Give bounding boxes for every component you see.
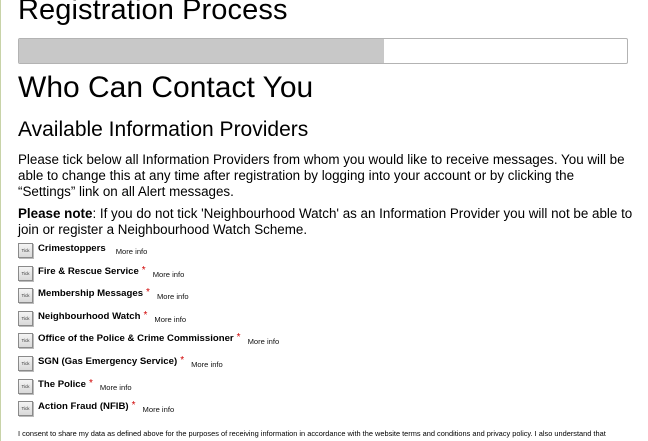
note-body: : If you do not tick 'Neighbourhood Watc… bbox=[18, 206, 633, 237]
required-marker: * bbox=[236, 332, 241, 344]
provider-item-action-fraud: Tick Action Fraud (NFIB) * More info bbox=[18, 400, 638, 423]
subsection-title: Available Information Providers bbox=[18, 118, 309, 141]
provider-name: Office of the Police & Crime Commissione… bbox=[38, 333, 234, 345]
consent-text: I consent to share my data as defined ab… bbox=[18, 429, 606, 438]
provider-name: SGN (Gas Emergency Service) bbox=[38, 355, 178, 367]
tick-checkbox[interactable]: Tick bbox=[18, 310, 33, 326]
provider-name: Crimestoppers bbox=[38, 243, 106, 254]
provider-item-sgn: Tick SGN (Gas Emergency Service) * More … bbox=[18, 355, 638, 378]
tick-checkbox[interactable]: Tick bbox=[18, 401, 33, 417]
left-border bbox=[0, 0, 1, 441]
provider-name: Action Fraud (NFIB) bbox=[38, 401, 129, 413]
tick-checkbox[interactable]: Tick bbox=[18, 378, 33, 394]
provider-list: Tick Crimestoppers More info Tick Fire &… bbox=[18, 242, 638, 423]
more-info-link[interactable]: More info bbox=[153, 270, 185, 279]
page-title: Registration Process bbox=[18, 0, 288, 26]
more-info-link[interactable]: More info bbox=[154, 315, 186, 324]
more-info-link[interactable]: More info bbox=[191, 360, 223, 369]
required-marker: * bbox=[143, 309, 148, 321]
provider-item-fire-rescue: Tick Fire & Rescue Service * More info bbox=[18, 265, 638, 288]
required-marker: * bbox=[146, 287, 150, 299]
more-info-link[interactable]: More info bbox=[157, 292, 189, 301]
tick-checkbox[interactable]: Tick bbox=[18, 355, 33, 371]
provider-name: Neighbourhood Watch bbox=[38, 310, 141, 322]
provider-item-membership-messages: Tick Membership Messages * More info bbox=[18, 287, 638, 310]
tick-checkbox[interactable]: Tick bbox=[18, 333, 33, 349]
provider-name: Fire & Rescue Service bbox=[38, 265, 139, 277]
note-label: Please note bbox=[18, 206, 93, 221]
required-marker: * bbox=[88, 377, 93, 389]
required-marker: * bbox=[131, 400, 136, 412]
more-info-link[interactable]: More info bbox=[116, 247, 148, 256]
please-note-text: Please note: If you do not tick 'Neighbo… bbox=[18, 206, 633, 238]
more-info-link[interactable]: More info bbox=[248, 337, 280, 346]
more-info-link[interactable]: More info bbox=[100, 383, 132, 392]
provider-name: Membership Messages bbox=[38, 288, 144, 300]
tick-checkbox[interactable]: Tick bbox=[18, 265, 33, 281]
provider-name: The Police bbox=[38, 378, 86, 390]
tick-checkbox[interactable]: Tick bbox=[18, 288, 33, 304]
provider-item-neighbourhood-watch: Tick Neighbourhood Watch * More info bbox=[18, 310, 638, 333]
provider-item-the-police: Tick The Police * More info bbox=[18, 378, 638, 401]
required-marker: * bbox=[180, 354, 185, 366]
provider-item-crimestoppers: Tick Crimestoppers More info bbox=[18, 242, 638, 265]
tick-checkbox[interactable]: Tick bbox=[18, 243, 33, 258]
intro-text: Please tick below all Information Provid… bbox=[18, 152, 625, 199]
progress-bar-fill bbox=[19, 39, 384, 63]
section-title: Who Can Contact You bbox=[18, 71, 314, 104]
required-marker: * bbox=[141, 264, 146, 276]
provider-item-police-crime-commissioner: Tick Office of the Police & Crime Commis… bbox=[18, 332, 638, 355]
registration-progress-bar bbox=[18, 38, 628, 64]
more-info-link[interactable]: More info bbox=[143, 405, 175, 414]
